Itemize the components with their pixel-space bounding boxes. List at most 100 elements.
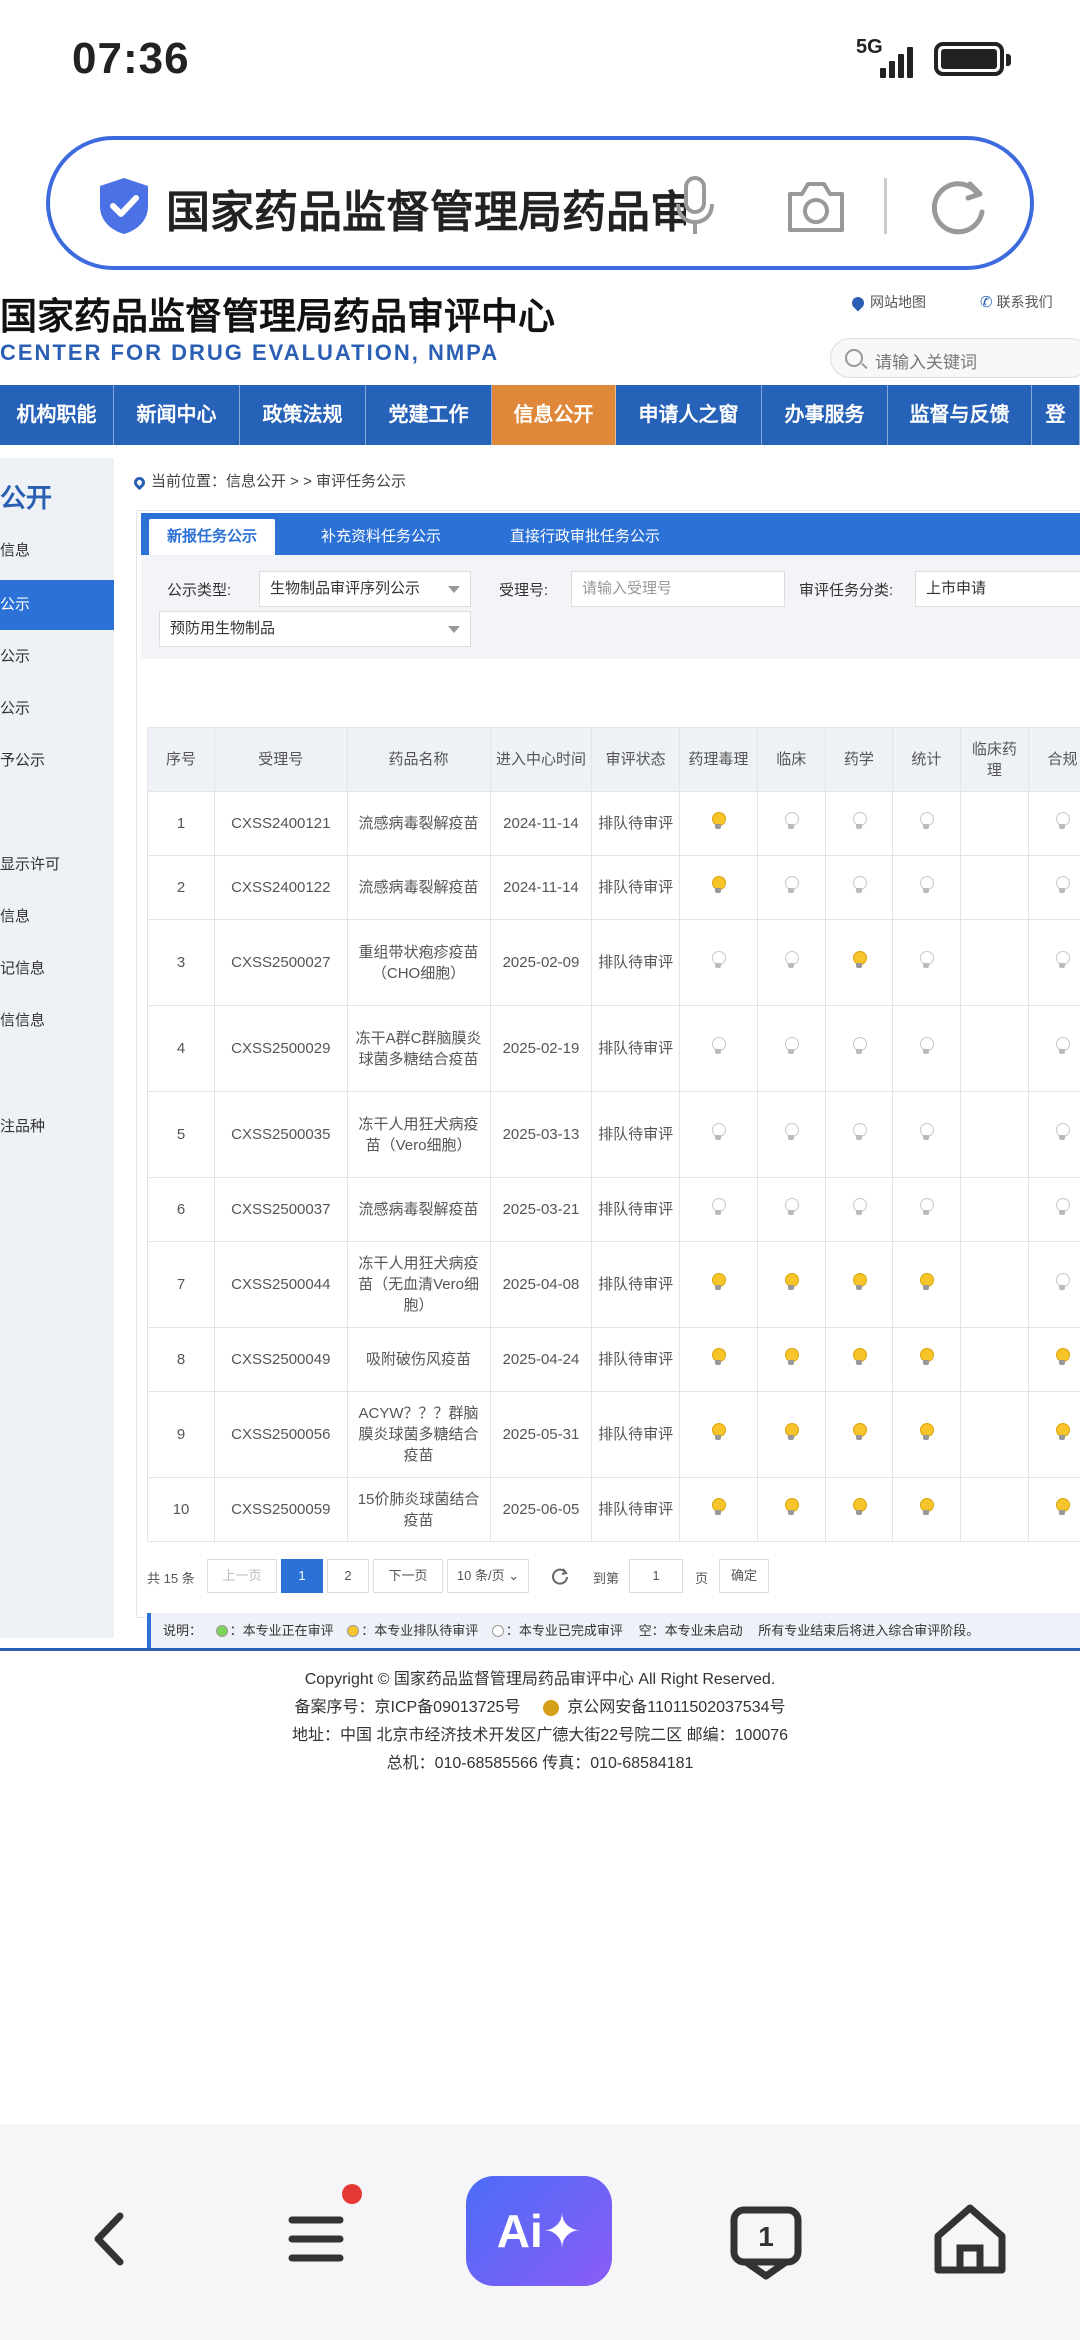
camera-icon[interactable] <box>784 180 848 234</box>
microphone-icon[interactable] <box>670 176 720 236</box>
browser-bottom-bar: Ai✦ 1 <box>0 2124 1080 2340</box>
nav-item[interactable]: 办事服务 <box>762 385 888 445</box>
white-bulb-icon <box>785 875 800 894</box>
page-size-select[interactable]: 10 条/页 ⌄ <box>447 1559 529 1593</box>
table-row[interactable]: 2 CXSS2400122 流感病毒裂解疫苗 2024-11-14 排队待审评 <box>147 855 1080 920</box>
legend-note: 所有专业结束后将进入综合审评阶段。 <box>758 1623 980 1638</box>
address-text[interactable]: 国家药品监督管理局药品审评中心 <box>166 176 686 240</box>
cell-name: 重组带状疱疹疫苗（CHO细胞） <box>346 919 491 1006</box>
tab-direct-approval-tasks[interactable]: 直接行政审批任务公示 <box>487 519 683 555</box>
sitemap-link[interactable]: 网站地图 <box>849 292 926 312</box>
table-row[interactable]: 4 CXSS2500029 冻干A群C群脑膜炎球菌多糖结合疫苗 2025-02-19 排… <box>147 1005 1080 1092</box>
table-row[interactable]: 8 CXSS2500049 吸附破伤风疫苗 2025-04-24 排队待审评 <box>147 1327 1080 1392</box>
cell-name: 冻干A群C群脑膜炎球菌多糖结合疫苗 <box>346 1005 491 1092</box>
sidebar-item[interactable]: 记信息 <box>0 944 114 994</box>
page-1-button[interactable]: 1 <box>281 1559 323 1593</box>
site-search-input[interactable]: 请输入关键词 <box>830 338 1080 378</box>
sidebar-item[interactable]: 公示 <box>0 632 114 682</box>
nav-item[interactable]: 申请人之窗 <box>616 385 762 445</box>
police-link[interactable]: 京公网安备11011502037534号 <box>567 1699 785 1716</box>
cell-name: 流感病毒裂解疫苗 <box>346 791 491 856</box>
stage-cell <box>678 1241 758 1328</box>
white-bulb-icon <box>920 811 935 830</box>
ai-assistant-button[interactable]: Ai✦ <box>466 2176 612 2286</box>
stage-cell <box>824 1391 893 1478</box>
refresh-icon[interactable] <box>551 1567 569 1585</box>
chevron-down-icon <box>448 626 460 633</box>
yellow-bulb-icon <box>785 1422 800 1441</box>
table-row[interactable]: 9 CXSS2500056 ACYW？？？群脑膜炎球菌多糖结合疫苗 2025-05-3… <box>147 1391 1080 1478</box>
table-row[interactable]: 6 CXSS2500037 流感病毒裂解疫苗 2025-03-21 排队待审评 <box>147 1177 1080 1242</box>
tabs-icon[interactable]: 1 <box>716 2184 816 2294</box>
site-title-cn[interactable]: 国家药品监督管理局药品审评中心 <box>0 286 555 340</box>
table-row[interactable]: 10 CXSS2500059 15价肺炎球菌结合疫苗 2025-06-05 排队待审评 <box>147 1477 1080 1542</box>
cell-name: ACYW？？？群脑膜炎球菌多糖结合疫苗 <box>346 1391 491 1478</box>
yellow-bulb-icon <box>347 1624 360 1639</box>
yellow-bulb-icon <box>920 1422 935 1441</box>
table-row[interactable]: 1 CXSS2400121 流感病毒裂解疫苗 2024-11-14 排队待审评 <box>147 791 1080 856</box>
yellow-bulb-icon <box>920 1497 935 1516</box>
next-page-button[interactable]: 下一页 <box>373 1559 443 1593</box>
cell-id: CXSS2500059 <box>214 1477 348 1542</box>
sidebar: 公开 信息 公示 公示 公示 予公示 显示许可 信息 记信息 信信息 注品种 <box>0 458 114 1638</box>
cell-date: 2025-04-24 <box>489 1327 593 1392</box>
header-cell: 审评状态 <box>591 727 680 792</box>
stage-cell <box>959 855 1029 920</box>
contact-link[interactable]: ✆ 联系我们 <box>980 292 1053 312</box>
page-size-value: 10 条/页 <box>456 1568 505 1583</box>
nav-item[interactable]: 监督与反馈 <box>888 385 1032 445</box>
header-cell: 药理毒理 <box>678 727 758 792</box>
sidebar-item[interactable]: 公示 <box>0 684 114 734</box>
cell-date: 2025-03-13 <box>489 1091 593 1178</box>
white-bulb-icon <box>852 1197 867 1216</box>
stage-cell <box>891 1327 961 1392</box>
stage-cell <box>824 1005 893 1092</box>
white-bulb-icon <box>852 811 867 830</box>
nav-item[interactable]: 新闻中心 <box>114 385 240 445</box>
sidebar-item[interactable]: 显示许可 <box>0 840 114 890</box>
page-number-input[interactable]: 1 <box>629 1559 683 1593</box>
page-2-button[interactable]: 2 <box>327 1559 369 1593</box>
nav-item[interactable]: 机构职能 <box>0 385 114 445</box>
phone-text: 总机：010-68585566 传真：010-68584181 <box>386 1755 694 1772</box>
page-unit-label: 页 <box>695 1571 709 1586</box>
confirm-button[interactable]: 确定 <box>719 1559 769 1593</box>
sidebar-item[interactable]: 信信息 <box>0 996 114 1046</box>
subtype-select[interactable]: 预防用生物制品 <box>159 611 471 647</box>
table-row[interactable]: 7 CXSS2500044 冻干人用狂犬病疫苗（无血清Vero细胞） 2025-04-… <box>147 1241 1080 1328</box>
icp-link[interactable]: 备案序号：京ICP备09013725号 <box>295 1699 521 1716</box>
nav-item[interactable]: 党建工作 <box>366 385 492 445</box>
white-bulb-icon <box>712 1122 727 1141</box>
nav-item[interactable]: 政策法规 <box>240 385 366 445</box>
stage-cell <box>678 1391 758 1478</box>
task-select[interactable]: 上市申请 <box>915 571 1080 607</box>
reload-icon[interactable] <box>930 178 988 236</box>
white-bulb-icon <box>852 1122 867 1141</box>
back-icon[interactable] <box>58 2184 158 2294</box>
stage-cell <box>756 1391 826 1478</box>
prev-page-button[interactable]: 上一页 <box>207 1559 277 1593</box>
yellow-bulb-icon <box>712 811 727 830</box>
tab-bar: 新报任务公示 补充资料任务公示 直接行政审批任务公示 <box>141 513 1080 555</box>
sidebar-item[interactable]: 信息 <box>0 526 114 576</box>
goto-label: 到第 <box>593 1571 620 1586</box>
table-row[interactable]: 3 CXSS2500027 重组带状疱疹疫苗（CHO细胞） 2025-02-09 排队待… <box>147 919 1080 1006</box>
browser-address-bar[interactable]: 国家药品监督管理局药品审评中心 <box>46 136 1034 270</box>
sidebar-item[interactable]: 信息 <box>0 892 114 942</box>
nav-item-active[interactable]: 信息公开 <box>492 385 616 445</box>
nav-item[interactable]: 登 <box>1032 385 1080 445</box>
stage-cell <box>891 1091 961 1178</box>
home-icon[interactable] <box>920 2184 1020 2294</box>
table-header-row: 序号 受理号 药品名称 进入中心时间 审评状态 药理毒理 临床 药学 统计 临床… <box>147 727 1080 792</box>
sidebar-item[interactable]: 注品种 <box>0 1102 114 1152</box>
type-select-value: 生物制品审评序列公示 <box>270 580 421 597</box>
tab-new-tasks[interactable]: 新报任务公示 <box>149 519 275 555</box>
cell-status: 排队待审评 <box>591 919 680 1006</box>
sidebar-item[interactable]: 予公示 <box>0 736 114 786</box>
table-row[interactable]: 5 CXSS2500035 冻干人用狂犬病疫苗（Vero细胞） 2025-03-13 排… <box>147 1091 1080 1178</box>
cell-name: 吸附破伤风疫苗 <box>346 1327 491 1392</box>
tab-supplement-tasks[interactable]: 补充资料任务公示 <box>301 519 461 555</box>
sidebar-item-active[interactable]: 公示 <box>0 580 114 630</box>
type-select[interactable]: 生物制品审评序列公示 <box>259 571 471 607</box>
accept-number-input[interactable]: 请输入受理号 <box>571 571 785 607</box>
